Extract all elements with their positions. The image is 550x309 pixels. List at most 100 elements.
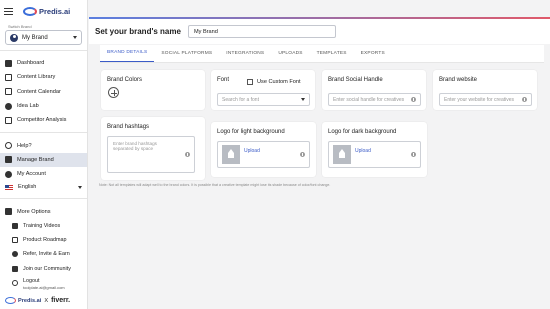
account-icon bbox=[5, 170, 12, 178]
app-logo[interactable]: Predis.ai bbox=[23, 6, 71, 16]
brand-colors-card: Brand Colors bbox=[101, 70, 205, 110]
website-card: Brand website Enter your website for cre… bbox=[433, 70, 537, 110]
predis-logo-icon bbox=[23, 6, 37, 16]
sidebar-item-content-calendar[interactable]: Content Calendar bbox=[0, 85, 87, 99]
analysis-icon bbox=[5, 116, 12, 124]
logo-text: Predis.ai bbox=[39, 6, 71, 16]
divider bbox=[0, 132, 87, 134]
sidebar-item-content-library[interactable]: Content Library bbox=[0, 70, 87, 84]
sidebar-topbar: Predis.ai bbox=[0, 0, 87, 22]
brand-select-value: My Brand bbox=[22, 34, 48, 41]
tab-bar: BRAND DETAILS SOCIAL PLATFORMS INTEGRATI… bbox=[100, 45, 544, 63]
sidebar-item-label: Competitor Analysis bbox=[17, 117, 67, 124]
predis-logo-icon bbox=[5, 297, 16, 304]
hashtags-input[interactable]: Enter brand hashtags separated by space bbox=[107, 136, 195, 173]
more-options-label: More Options bbox=[17, 208, 51, 215]
language-value: English bbox=[18, 184, 37, 191]
website-title: Brand website bbox=[439, 77, 478, 83]
tab-social-platforms[interactable]: SOCIAL PLATFORMS bbox=[154, 51, 219, 62]
sidebar-item-label: Join our Community bbox=[23, 265, 71, 272]
tab-brand-details[interactable]: BRAND DETAILS bbox=[100, 50, 155, 62]
partner-predis: Predis.ai bbox=[18, 297, 42, 304]
sidebar-item-my-account[interactable]: My Account bbox=[0, 167, 87, 181]
custom-font-label: Use Custom Font bbox=[257, 79, 301, 85]
sidebar-item-label: My Account bbox=[17, 171, 46, 178]
sidebar-item-help[interactable]: Help? bbox=[0, 138, 87, 152]
add-color-icon[interactable] bbox=[108, 87, 119, 98]
lightbulb-icon bbox=[5, 102, 12, 110]
sidebar-item-competitor-analysis[interactable]: Competitor Analysis bbox=[0, 113, 87, 127]
brand-switcher: Switch Brand My Brand bbox=[5, 24, 82, 45]
more-options-toggle[interactable]: More Options bbox=[0, 204, 87, 218]
sidebar-item-dashboard[interactable]: Dashboard bbox=[0, 56, 87, 70]
sidebar-item-manage-brand[interactable]: Manage Brand bbox=[0, 152, 87, 168]
nav-secondary: Help? Manage Brand My Account bbox=[0, 138, 87, 181]
partner-footer: Predis.ai X fiverr. bbox=[5, 297, 70, 304]
refer-icon bbox=[12, 251, 18, 258]
sidebar-item-idea-lab[interactable]: Idea Lab bbox=[0, 99, 87, 113]
more-options-icon bbox=[5, 208, 12, 216]
info-icon bbox=[185, 152, 190, 157]
sidebar-item-label: Content Calendar bbox=[17, 88, 61, 95]
chevron-down-icon bbox=[73, 36, 77, 39]
roadmap-icon bbox=[12, 237, 18, 244]
hashtags-card: Brand hashtags Enter brand hashtags sepa… bbox=[101, 117, 205, 180]
upload-icon bbox=[222, 145, 240, 164]
brand-name-header: Set your brand's name My Brand bbox=[89, 19, 550, 44]
chevron-down-icon bbox=[78, 185, 82, 189]
sidebar-item-label: Refer, Invite & Earn bbox=[23, 251, 70, 258]
upload-label[interactable]: Upload bbox=[355, 148, 371, 154]
nav-primary: Dashboard Content Library Content Calend… bbox=[0, 56, 87, 127]
social-handle-placeholder: Enter social handle for creatives bbox=[333, 96, 405, 103]
brand-name-input[interactable]: My Brand bbox=[187, 25, 336, 38]
sidebar-item-label: Product Roadmap bbox=[23, 237, 67, 244]
sidebar-item-label: Content Library bbox=[17, 74, 56, 81]
divider bbox=[0, 50, 87, 51]
logo-dark-card: Logo for dark background Upload bbox=[322, 122, 427, 177]
language-select[interactable]: English bbox=[0, 181, 87, 193]
upload-icon bbox=[333, 145, 351, 164]
logo-dark-upload[interactable]: Upload bbox=[328, 141, 421, 168]
tab-uploads[interactable]: UPLOADS bbox=[271, 51, 309, 62]
tab-integrations[interactable]: INTEGRATIONS bbox=[219, 51, 271, 62]
user-email: toolplate.ai@gmail.com bbox=[23, 284, 65, 290]
page-title: Set your brand's name bbox=[95, 27, 181, 36]
divider bbox=[0, 198, 87, 200]
info-icon bbox=[411, 152, 416, 157]
font-search-input[interactable]: Search for a font bbox=[217, 93, 310, 106]
sidebar-item-label: Manage Brand bbox=[17, 156, 54, 163]
upload-label[interactable]: Upload bbox=[244, 148, 260, 154]
logo-light-title: Logo for light background bbox=[217, 129, 285, 135]
tab-exports[interactable]: EXPORTS bbox=[354, 51, 392, 62]
logo-dark-title: Logo for dark background bbox=[328, 129, 397, 135]
custom-font-toggle[interactable]: Use Custom Font bbox=[247, 79, 301, 85]
hashtags-title: Brand hashtags bbox=[107, 124, 150, 130]
menu-icon[interactable] bbox=[4, 7, 13, 15]
brand-colors-title: Brand Colors bbox=[107, 77, 143, 83]
sidebar-item-product-roadmap[interactable]: Product Roadmap bbox=[0, 233, 87, 247]
custom-font-checkbox[interactable] bbox=[247, 79, 253, 85]
logout-label: Logout bbox=[23, 277, 40, 284]
brand-switch-label: Switch Brand bbox=[8, 24, 32, 29]
font-search-placeholder: Search for a font bbox=[222, 96, 259, 103]
sidebar-item-community[interactable]: Join our Community bbox=[0, 262, 87, 276]
sidebar-item-refer[interactable]: Refer, Invite & Earn bbox=[0, 247, 87, 261]
font-card: Font Use Custom Font Search for a font bbox=[211, 70, 315, 110]
social-handle-input[interactable]: Enter social handle for creatives bbox=[328, 93, 421, 106]
fiverr-logo: fiverr. bbox=[51, 297, 71, 304]
website-input[interactable]: Enter your website for creatives bbox=[439, 93, 532, 106]
website-placeholder: Enter your website for creatives bbox=[444, 96, 515, 103]
sidebar-item-label: Idea Lab bbox=[17, 103, 39, 110]
video-icon bbox=[12, 222, 18, 229]
tab-templates[interactable]: TEMPLATES bbox=[310, 51, 354, 62]
main-content: Set your brand's name My Brand BRAND DET… bbox=[89, 0, 550, 309]
calendar-icon bbox=[5, 88, 12, 96]
partner-x: X bbox=[44, 297, 49, 304]
sidebar-item-label: Help? bbox=[17, 142, 32, 149]
brand-select[interactable]: My Brand bbox=[5, 30, 82, 45]
info-icon bbox=[411, 97, 416, 102]
logout-button[interactable]: Logout toolplate.ai@gmail.com bbox=[0, 278, 87, 290]
sidebar-item-training-videos[interactable]: Training Videos bbox=[0, 219, 87, 233]
logo-light-upload[interactable]: Upload bbox=[217, 141, 310, 168]
sidebar-item-label: Training Videos bbox=[23, 222, 61, 229]
